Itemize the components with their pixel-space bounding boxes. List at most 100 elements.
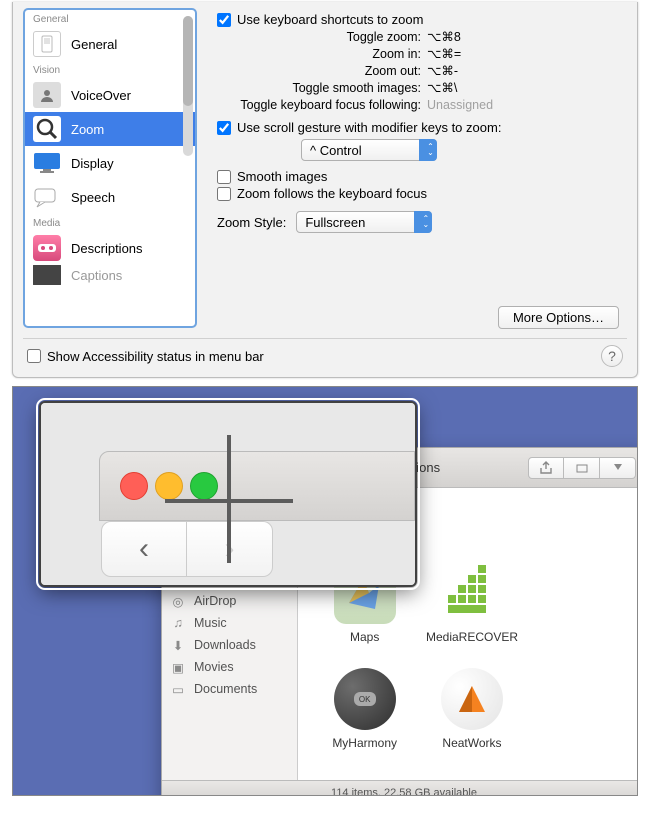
sidebar-item-label: Captions: [71, 268, 122, 283]
fullscreen-icon: [190, 472, 218, 500]
sidebar-item-general[interactable]: General: [25, 27, 195, 61]
use-scroll-gesture-checkbox[interactable]: [217, 121, 231, 135]
zoom-settings-content: Use keyboard shortcuts to zoom Toggle zo…: [207, 8, 627, 328]
sidebar-scrollbar[interactable]: [183, 16, 193, 156]
more-options-label: More Options…: [513, 310, 604, 325]
zoom-style-select[interactable]: Fullscreen: [296, 211, 432, 233]
help-icon: ?: [608, 348, 616, 364]
download-icon: ⬇︎: [170, 637, 186, 653]
sidebar-section-general: General: [25, 10, 195, 27]
fs-label: Downloads: [194, 638, 256, 652]
mediarecover-icon: [441, 562, 503, 624]
speech-icon: [34, 186, 60, 208]
descriptions-icon: [37, 241, 57, 255]
sidebar-item-airdrop[interactable]: ◎ AirDrop: [162, 590, 297, 612]
use-shortcuts-label: Use keyboard shortcuts to zoom: [237, 12, 423, 27]
zoom-style-select-container: Fullscreen: [296, 211, 432, 233]
zoom-pip-window[interactable]: ‹ ›: [39, 401, 417, 587]
fs-label: Music: [194, 616, 227, 630]
modifier-key-select-container: ^ Control: [301, 139, 437, 161]
shortcut-value: ⌥⌘=: [427, 46, 461, 63]
sidebar-item-label: Speech: [71, 190, 115, 205]
shortcut-list: Toggle zoom:⌥⌘8 Zoom in:⌥⌘= Zoom out:⌥⌘-…: [211, 29, 623, 114]
shortcut-value: ⌥⌘-: [427, 63, 458, 80]
share-button[interactable]: [528, 457, 564, 479]
app-label: NeatWorks: [442, 736, 501, 750]
sidebar-item-captions[interactable]: Captions: [25, 265, 195, 285]
finder-status-bar: 114 items, 22.58 GB available: [162, 780, 638, 796]
modifier-key-select[interactable]: ^ Control: [301, 139, 437, 161]
back-icon: ‹: [101, 521, 187, 577]
app-myharmony[interactable]: OK MyHarmony: [314, 668, 415, 768]
show-status-menubar-checkbox[interactable]: [27, 349, 41, 363]
help-button[interactable]: ?: [601, 345, 623, 367]
toolbar-group: [528, 457, 636, 479]
crosshair-horizontal: [165, 499, 293, 503]
voiceover-icon: [36, 84, 58, 106]
sidebar-item-display[interactable]: Display: [25, 146, 195, 180]
neatworks-icon: [441, 668, 503, 730]
accessibility-sidebar: General General Vision VoiceOver: [23, 8, 197, 328]
magnified-titlebar: [99, 451, 415, 521]
sidebar-item-label: Display: [71, 156, 114, 171]
minimize-icon: [155, 472, 183, 500]
shortcut-label: Toggle zoom:: [211, 29, 427, 46]
magnified-traffic-lights: [120, 472, 218, 500]
use-shortcuts-checkbox[interactable]: [217, 13, 231, 27]
sidebar-item-movies[interactable]: ▣ Movies: [162, 656, 297, 678]
accessibility-zoom-panel: General General Vision VoiceOver: [12, 2, 638, 378]
show-status-menubar-label: Show Accessibility status in menu bar: [47, 349, 264, 364]
airdrop-icon: ◎: [170, 593, 186, 609]
follows-focus-checkbox[interactable]: [217, 187, 231, 201]
sidebar-item-documents[interactable]: ▭ Documents: [162, 678, 297, 700]
sidebar-item-label: General: [71, 37, 117, 52]
magnified-back-forward: ‹ ›: [101, 521, 273, 577]
shortcut-value: ⌥⌘8: [427, 29, 461, 46]
sidebar-item-voiceover[interactable]: VoiceOver: [25, 78, 195, 112]
tags-button[interactable]: [564, 457, 600, 479]
desktop-screenshot: A Applications ☁︎iCloud Drive ◎AirDrop ♫…: [12, 386, 638, 796]
sidebar-item-descriptions[interactable]: Descriptions: [25, 231, 195, 265]
myharmony-icon: OK: [334, 668, 396, 730]
music-icon: ♫: [170, 615, 186, 631]
actions-button[interactable]: [600, 457, 636, 479]
shortcut-value-unassigned: Unassigned: [427, 97, 493, 114]
shortcut-label: Zoom out:: [211, 63, 427, 80]
more-options-button[interactable]: More Options…: [498, 306, 619, 329]
shortcut-label: Toggle keyboard focus following:: [211, 97, 427, 114]
fs-label: Documents: [194, 682, 257, 696]
shortcut-value: ⌥⌘\: [427, 80, 457, 97]
document-icon: ▭: [170, 681, 186, 697]
smooth-images-checkbox[interactable]: [217, 170, 231, 184]
display-icon: [33, 152, 61, 174]
app-label: MediaRECOVER: [426, 630, 518, 644]
sidebar-item-label: VoiceOver: [71, 88, 131, 103]
general-icon: [41, 35, 53, 53]
sidebar-section-vision: Vision: [25, 61, 195, 78]
zoom-pip-content: ‹ ›: [41, 403, 415, 585]
scrollbar-thumb[interactable]: [183, 16, 193, 106]
app-mediarecover[interactable]: MediaRECOVER: [421, 562, 522, 662]
sidebar-item-music[interactable]: ♫ Music: [162, 612, 297, 634]
finder-status-text: 114 items, 22.58 GB available: [331, 787, 477, 797]
movies-icon: ▣: [170, 659, 186, 675]
sidebar-item-label: Zoom: [71, 122, 104, 137]
smooth-images-label: Smooth images: [237, 169, 327, 184]
follows-focus-label: Zoom follows the keyboard focus: [237, 186, 427, 201]
app-label: MyHarmony: [332, 736, 397, 750]
close-icon: [120, 472, 148, 500]
sidebar-item-downloads[interactable]: ⬇︎ Downloads: [162, 634, 297, 656]
sidebar-item-zoom[interactable]: Zoom: [25, 112, 195, 146]
app-neatworks[interactable]: NeatWorks: [421, 668, 522, 768]
shortcut-label: Toggle smooth images:: [211, 80, 427, 97]
use-scroll-gesture-label: Use scroll gesture with modifier keys to…: [237, 120, 501, 135]
fs-label: AirDrop: [194, 594, 236, 608]
shortcut-label: Zoom in:: [211, 46, 427, 63]
sidebar-item-label: Descriptions: [71, 241, 143, 256]
sidebar-section-media: Media: [25, 214, 195, 231]
fs-label: Movies: [194, 660, 234, 674]
zoom-icon: [35, 117, 59, 141]
app-label: Maps: [350, 630, 379, 644]
sidebar-item-speech[interactable]: Speech: [25, 180, 195, 214]
zoom-style-label: Zoom Style:: [217, 215, 286, 230]
